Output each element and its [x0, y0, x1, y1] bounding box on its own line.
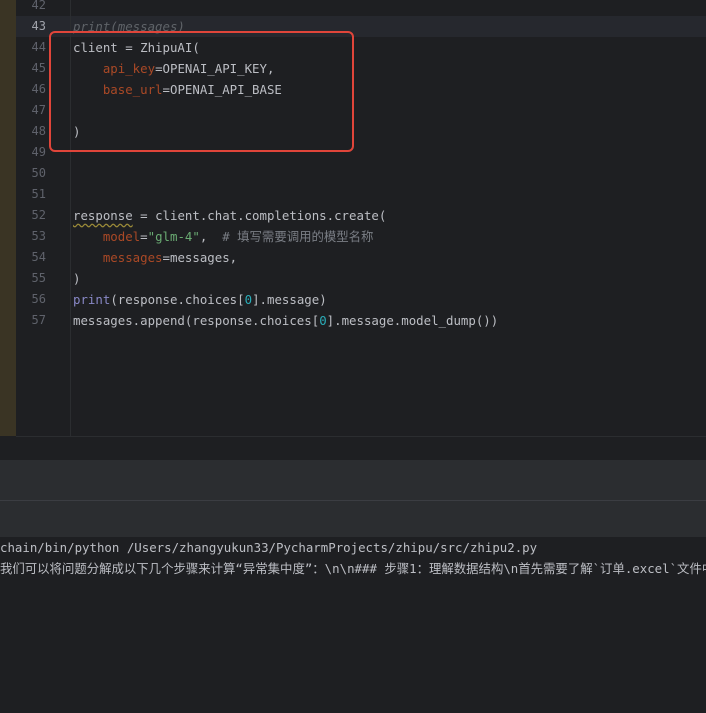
- code-token: ].message.model_dump()): [326, 313, 499, 328]
- console-output-line: 我们可以将问题分解成以下几个步骤来计算“异常集中度”：\n\n### 步骤1：理…: [0, 561, 706, 576]
- line-number[interactable]: 49: [18, 142, 46, 163]
- line-number[interactable]: 47: [18, 100, 46, 121]
- code-line[interactable]: response = client.chat.completions.creat…: [73, 205, 386, 226]
- code-token: (response.choices[: [110, 292, 245, 307]
- code-token: response: [73, 208, 133, 223]
- line-number[interactable]: 50: [18, 163, 46, 184]
- code-token: messages.append(response.choices[: [73, 313, 320, 328]
- code-token: "glm-4": [147, 229, 200, 244]
- code-line[interactable]: model="glm-4", # 填写需要调用的模型名称: [73, 226, 374, 247]
- run-panel-header: [0, 501, 706, 537]
- line-number[interactable]: 57: [18, 310, 46, 331]
- editor-bottom-rule: [16, 436, 706, 437]
- code-line[interactable]: ): [73, 268, 80, 289]
- line-number[interactable]: 46: [18, 79, 46, 100]
- code-token: messages: [102, 250, 163, 265]
- line-number[interactable]: 56: [18, 289, 46, 310]
- code-line[interactable]: messages=messages,: [73, 247, 237, 268]
- line-number[interactable]: 44: [18, 37, 46, 58]
- editor-left-strip: [0, 0, 16, 436]
- code-token: =messages,: [162, 250, 238, 265]
- console-command-line: chain/bin/python /Users/zhangyukun33/Pyc…: [0, 540, 538, 555]
- tool-window-divider[interactable]: [0, 460, 706, 500]
- code-token: print: [73, 292, 111, 307]
- code-token: ].message): [252, 292, 327, 307]
- line-number[interactable]: 45: [18, 58, 46, 79]
- run-console[interactable]: chain/bin/python /Users/zhangyukun33/Pyc…: [0, 537, 706, 713]
- code-token: 0: [319, 313, 327, 328]
- line-number[interactable]: 54: [18, 247, 46, 268]
- code-token: = client.chat.completions.create(: [132, 208, 387, 223]
- annotation-highlight-box: [49, 31, 354, 152]
- line-number[interactable]: 51: [18, 184, 46, 205]
- line-number[interactable]: 55: [18, 268, 46, 289]
- code-line[interactable]: print(response.choices[0].message): [73, 289, 327, 310]
- code-token: ): [73, 271, 81, 286]
- line-number[interactable]: 43: [18, 16, 46, 37]
- line-number[interactable]: 53: [18, 226, 46, 247]
- code-token: ,: [199, 229, 223, 244]
- line-number[interactable]: 42: [18, 0, 46, 16]
- code-editor[interactable]: 42 43 print(messages) 44 client = ZhipuAI(45…: [0, 0, 706, 460]
- code-token: 0: [244, 292, 253, 307]
- code-line[interactable]: messages.append(response.choices[0].mess…: [73, 310, 498, 331]
- code-token: # 填写需要调用的模型名称: [222, 229, 374, 244]
- code-token: model: [102, 229, 141, 244]
- line-number[interactable]: 48: [18, 121, 46, 142]
- code-token: =: [140, 229, 148, 244]
- line-number[interactable]: 52: [18, 205, 46, 226]
